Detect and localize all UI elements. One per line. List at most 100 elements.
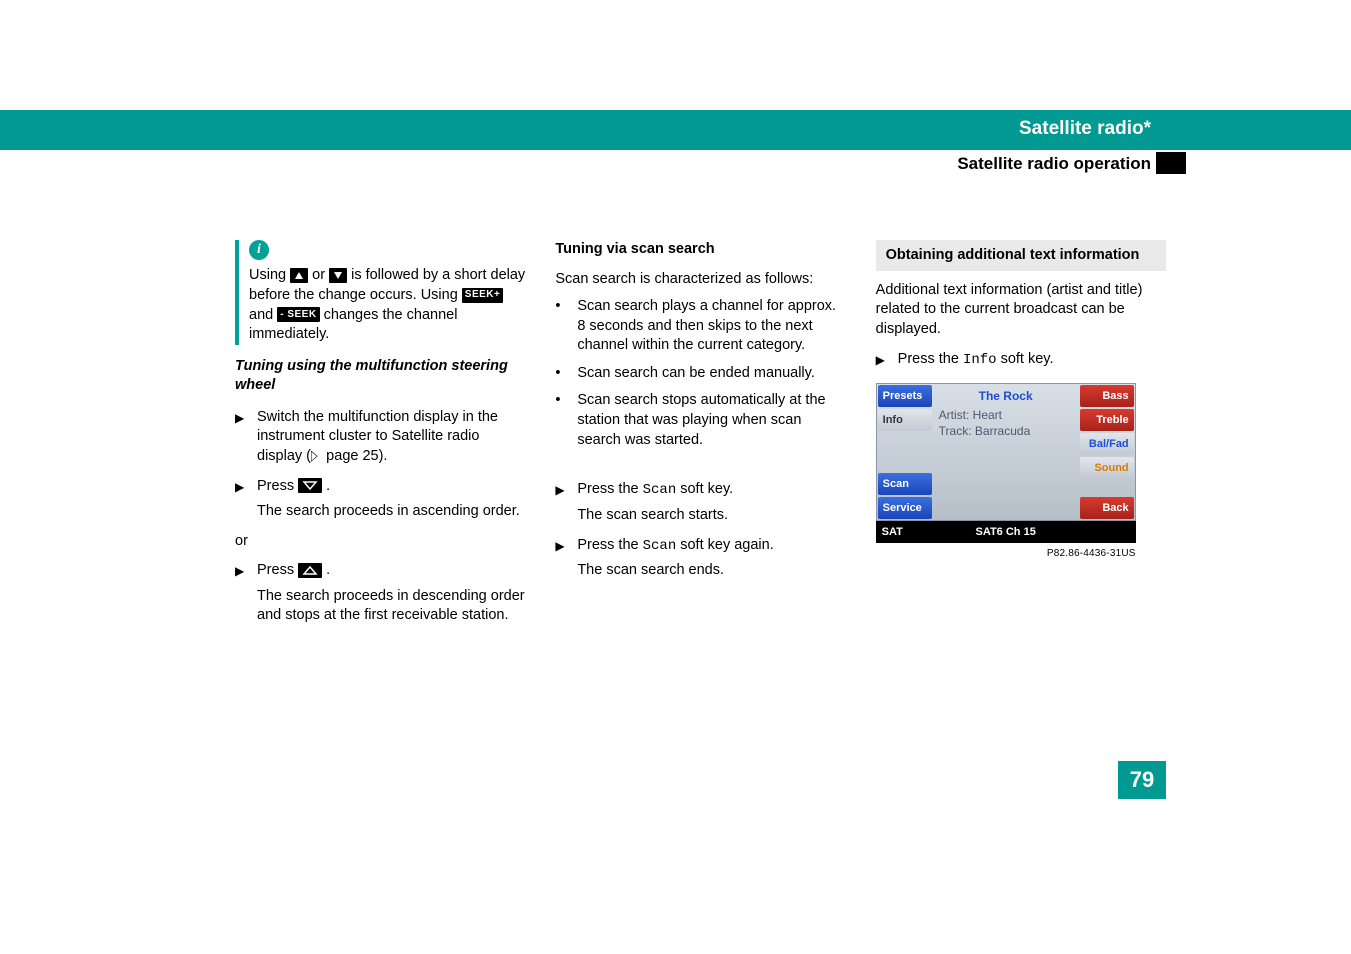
text: and xyxy=(249,307,277,323)
radio-track-line: Track: Barracuda xyxy=(939,423,1073,439)
text: Scan search plays a channel for approx. … xyxy=(577,297,845,356)
step-switch-display: ▶ Switch the multifunction display in th… xyxy=(235,408,525,467)
triangle-bullet-icon: ▶ xyxy=(555,480,577,500)
label: Track: xyxy=(939,424,972,438)
text: Press xyxy=(257,478,298,494)
subheading-steering-wheel: Tuning using the multifunction steering … xyxy=(235,357,525,396)
step-result: The search proceeds in descending order … xyxy=(257,587,525,626)
column-3: Obtaining additional text information Ad… xyxy=(876,240,1166,626)
figure-id: P82.86-4436-31US xyxy=(876,547,1136,561)
section-title: Satellite radio* xyxy=(1019,118,1151,140)
value: Barracuda xyxy=(975,424,1030,438)
step-text: Press the Scan soft key. xyxy=(577,480,845,500)
radio-footer: SAT SAT6 Ch 15 xyxy=(876,521,1136,543)
step-press-down: ▶ Press . xyxy=(235,477,525,497)
step-press-up: ▶ Press . xyxy=(235,561,525,581)
text: . xyxy=(326,478,330,494)
step-text: Switch the multifunction display in the … xyxy=(257,408,525,467)
or-separator: or xyxy=(235,532,525,552)
scan-bullet-list: •Scan search plays a channel for approx.… xyxy=(555,297,845,450)
step-press-scan: ▶ Press the Scan soft key. xyxy=(555,480,845,500)
page-ref-triangle-icon: ▷ xyxy=(311,447,318,467)
text: soft key. xyxy=(997,351,1054,367)
step-result: The scan search starts. xyxy=(577,506,845,526)
softkey-back: Back xyxy=(1080,497,1134,519)
list-item: •Scan search stops automatically at the … xyxy=(555,391,845,450)
page: Satellite radio* Satellite radio operati… xyxy=(0,0,1351,954)
subheading-scan: Tuning via scan search xyxy=(555,240,845,260)
text: Press the xyxy=(577,537,642,553)
text: soft key again. xyxy=(676,537,774,553)
softkey-balfad: Bal/Fad xyxy=(1080,433,1134,455)
text: soft key. xyxy=(676,481,733,497)
triangle-bullet-icon: ▶ xyxy=(555,536,577,556)
text: . xyxy=(326,562,330,578)
value: Heart xyxy=(973,408,1002,422)
bullet-icon: • xyxy=(555,391,577,450)
down-arrow-key-icon xyxy=(329,268,347,283)
radio-display-figure: Presets Info Scan Service The Rock Artis… xyxy=(876,383,1136,561)
step-text: Press . xyxy=(257,477,525,497)
radio-mode-label: SAT xyxy=(882,525,938,540)
text: Scan search stops automatically at the s… xyxy=(577,391,845,450)
softkey-service: Service xyxy=(878,497,932,519)
radio-artist-line: Artist: Heart xyxy=(939,407,1073,423)
seek-plus-key-icon: SEEK+ xyxy=(462,288,504,303)
bullet-icon: • xyxy=(555,364,577,384)
radio-left-softkeys: Presets Info Scan Service xyxy=(877,384,933,520)
bullet-icon: • xyxy=(555,297,577,356)
triangle-bullet-icon: ▶ xyxy=(235,477,257,497)
step-result: The scan search ends. xyxy=(577,561,845,581)
label: Artist: xyxy=(939,408,970,422)
softkey-presets: Presets xyxy=(878,385,932,407)
header-top-band: Satellite radio* xyxy=(0,110,1351,150)
page-number: 79 xyxy=(1118,761,1166,799)
thumb-tab xyxy=(1156,152,1186,174)
text: Press the xyxy=(898,351,963,367)
text: Press the xyxy=(577,481,642,497)
triangle-bullet-icon: ▶ xyxy=(235,561,257,581)
step-text: Press the Scan soft key again. xyxy=(577,536,845,556)
column-2: Tuning via scan search Scan search is ch… xyxy=(555,240,845,626)
text: Press xyxy=(257,562,298,578)
softkey-sound: Sound xyxy=(1080,457,1134,479)
step-result: The search proceeds in ascending order. xyxy=(257,502,525,522)
section-subtitle: Satellite radio operation xyxy=(957,154,1151,174)
page-header: Satellite radio* Satellite radio operati… xyxy=(0,110,1351,210)
softkey-name: Scan xyxy=(643,538,677,554)
radio-category: The Rock xyxy=(939,388,1073,404)
note-text: Using or is followed by a short delay be… xyxy=(249,266,525,344)
info-note: i Using or is followed by a short delay … xyxy=(235,240,525,345)
softkey-info: Info xyxy=(878,409,932,431)
radio-channel-label: SAT6 Ch 15 xyxy=(938,525,1074,540)
text: Scan search can be ended manually. xyxy=(577,364,845,384)
note-body: i Using or is followed by a short delay … xyxy=(249,240,525,345)
header-sub-band: Satellite radio operation xyxy=(0,150,1351,182)
list-item: •Scan search can be ended manually. xyxy=(555,364,845,384)
radio-center-info: The Rock Artist: Heart Track: Barracuda xyxy=(933,384,1079,520)
paragraph: Additional text information (artist and … xyxy=(876,281,1166,340)
step-text: Press the Info soft key. xyxy=(898,350,1166,370)
text: Using xyxy=(249,267,290,283)
note-accent-bar xyxy=(235,240,239,345)
wheel-up-key-icon xyxy=(298,563,322,578)
callout-heading: Obtaining additional text information xyxy=(876,240,1166,271)
text: page 25). xyxy=(322,448,387,464)
softkey-name: Info xyxy=(963,352,997,368)
step-press-scan-again: ▶ Press the Scan soft key again. xyxy=(555,536,845,556)
softkey-bass: Bass xyxy=(1080,385,1134,407)
step-press-info: ▶ Press the Info soft key. xyxy=(876,350,1166,370)
softkey-name: Scan xyxy=(643,482,677,498)
wheel-down-key-icon xyxy=(298,478,322,493)
info-icon: i xyxy=(249,240,269,260)
seek-minus-key-icon: - SEEK xyxy=(277,307,319,322)
step-text: Press . xyxy=(257,561,525,581)
intro-text: Scan search is characterized as follows: xyxy=(555,270,845,290)
radio-right-softkeys: Bass Treble Bal/Fad Sound Back xyxy=(1079,384,1135,520)
column-1: i Using or is followed by a short delay … xyxy=(235,240,525,626)
radio-screen: Presets Info Scan Service The Rock Artis… xyxy=(876,383,1136,521)
triangle-bullet-icon: ▶ xyxy=(235,408,257,467)
softkey-scan: Scan xyxy=(878,473,932,495)
softkey-treble: Treble xyxy=(1080,409,1134,431)
text: or xyxy=(312,267,329,283)
